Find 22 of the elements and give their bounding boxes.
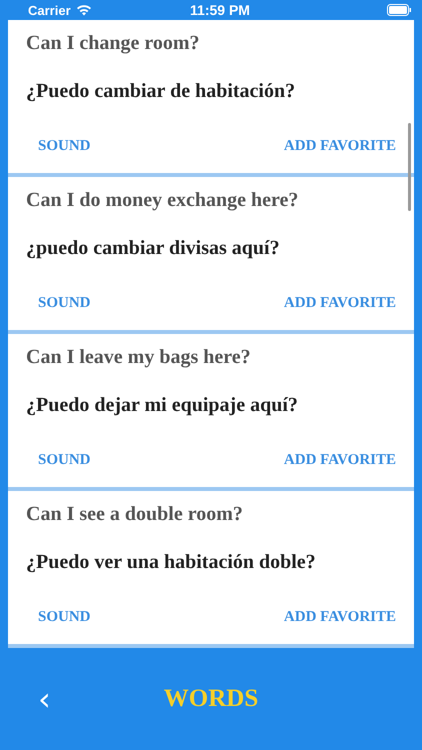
sound-button[interactable]: SOUND (38, 452, 91, 469)
english-phrase: Can I change room? (26, 32, 201, 55)
add-favorite-button[interactable]: ADD FAVORITE (284, 295, 396, 312)
screen-title: WORDS (164, 685, 258, 713)
carrier-label: Carrier (28, 2, 71, 18)
spanish-phrase: ¿Puedo ver una habitación doble? (26, 551, 317, 574)
wifi-icon (76, 4, 92, 16)
spanish-phrase: ¿puedo cambiar divisas aquí? (26, 237, 281, 260)
clock-time: 11:59 PM (190, 2, 250, 18)
back-button[interactable]: ‹ (32, 683, 57, 715)
add-favorite-button[interactable]: ADD FAVORITE (284, 138, 396, 155)
spanish-phrase: ¿Puedo dejar mi equipaje aquí? (26, 394, 299, 417)
english-phrase: Can I do money exchange here? (26, 189, 300, 212)
battery-icon (387, 4, 412, 16)
english-phrase: Can I see a double room? (26, 503, 244, 526)
add-favorite-button[interactable]: ADD FAVORITE (284, 452, 396, 469)
spanish-phrase: ¿Puedo cambiar de habitación? (26, 80, 296, 103)
sound-button[interactable]: SOUND (38, 295, 91, 312)
sound-button[interactable]: SOUND (38, 609, 91, 626)
sound-button[interactable]: SOUND (38, 138, 91, 155)
english-phrase: Can I leave my bags here? (26, 346, 252, 369)
add-favorite-button[interactable]: ADD FAVORITE (284, 609, 396, 626)
